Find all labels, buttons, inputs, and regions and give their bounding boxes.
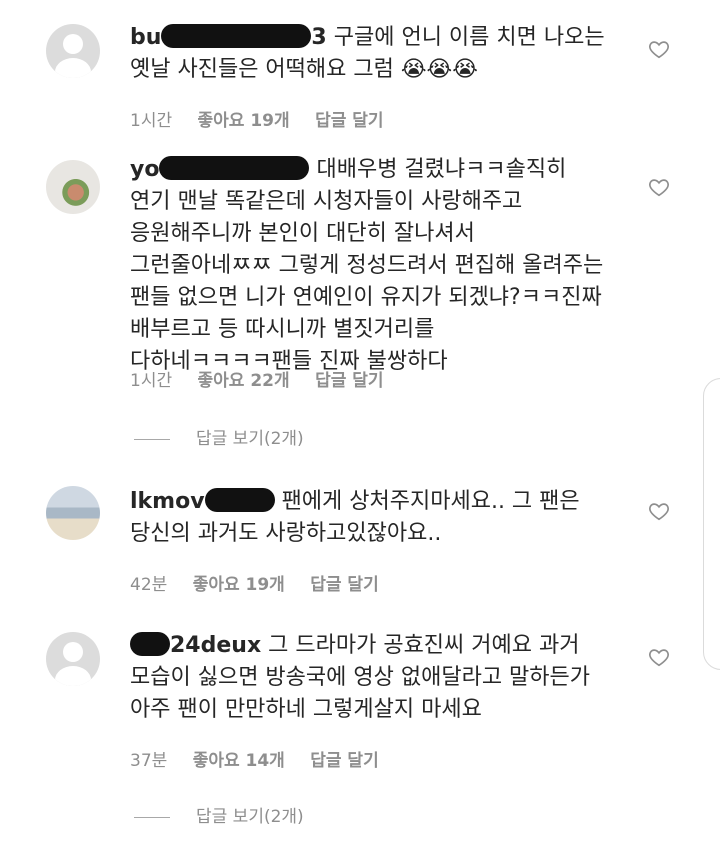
heart-outline-icon[interactable]	[648, 500, 670, 522]
view-replies-button[interactable]: 답글 보기(2개)	[134, 424, 304, 449]
view-replies-button[interactable]: 답글 보기(2개)	[134, 802, 304, 827]
default-avatar-icon[interactable]	[46, 24, 100, 78]
reply-button[interactable]: 답글 달기	[310, 751, 378, 771]
scrollbar[interactable]	[703, 378, 720, 670]
reply-button[interactable]: 답글 달기	[310, 575, 378, 595]
divider	[134, 438, 170, 440]
like-count[interactable]: 좋아요 19개	[198, 111, 290, 131]
redaction-mark	[204, 488, 275, 512]
comment-body: bu 3 구글에 언니 이름 치면 나오는 옛날 사진들은 어떡해요 그럼 😭😭😭	[130, 22, 610, 86]
heart-outline-icon[interactable]	[648, 38, 670, 60]
comment-body: lkmov 팬에게 상처주지마세요.. 그 팬은 당신의 과거도 사랑하고있잖아…	[130, 486, 610, 550]
redaction-mark	[130, 632, 170, 656]
avatar[interactable]	[46, 160, 100, 214]
timestamp: 1시간	[130, 371, 173, 391]
default-avatar-icon[interactable]	[46, 632, 100, 686]
comment-text: 대배우병 걸렸냐ㅋㅋ솔직히 연기 맨날 똑같은데 시청자들이 사랑해주고 응원해…	[130, 157, 604, 374]
username[interactable]: bu 3	[130, 24, 327, 50]
redaction-mark	[161, 24, 312, 48]
username[interactable]: 24deux	[130, 632, 261, 658]
comment-body: yo 대배우병 걸렸냐ㅋㅋ솔직히 연기 맨날 똑같은데 시청자들이 사랑해주고 …	[130, 154, 610, 378]
like-count[interactable]: 좋아요 19개	[193, 575, 285, 595]
heart-outline-icon[interactable]	[648, 176, 670, 198]
timestamp: 1시간	[130, 111, 173, 131]
comment-meta: 1시간 좋아요 22개 답글 달기	[130, 366, 404, 391]
avatar[interactable]	[46, 486, 100, 540]
comment-body: 24deux 그 드라마가 공효진씨 거예요 과거 모습이 싫으면 방송국에 영…	[130, 630, 610, 726]
comment-meta: 1시간 좋아요 19개 답글 달기	[130, 106, 404, 131]
username[interactable]: yo	[130, 156, 310, 182]
divider	[134, 816, 170, 818]
comment-meta: 42분 좋아요 19개 답글 달기	[130, 570, 399, 595]
heart-outline-icon[interactable]	[648, 646, 670, 668]
timestamp: 37분	[130, 751, 168, 771]
redaction-mark	[159, 156, 310, 180]
reply-button[interactable]: 답글 달기	[315, 371, 383, 391]
timestamp: 42분	[130, 575, 168, 595]
reply-button[interactable]: 답글 달기	[315, 111, 383, 131]
username[interactable]: lkmov	[130, 488, 275, 514]
like-count[interactable]: 좋아요 14개	[193, 751, 285, 771]
comment-meta: 37분 좋아요 14개 답글 달기	[130, 746, 399, 771]
like-count[interactable]: 좋아요 22개	[198, 371, 290, 391]
